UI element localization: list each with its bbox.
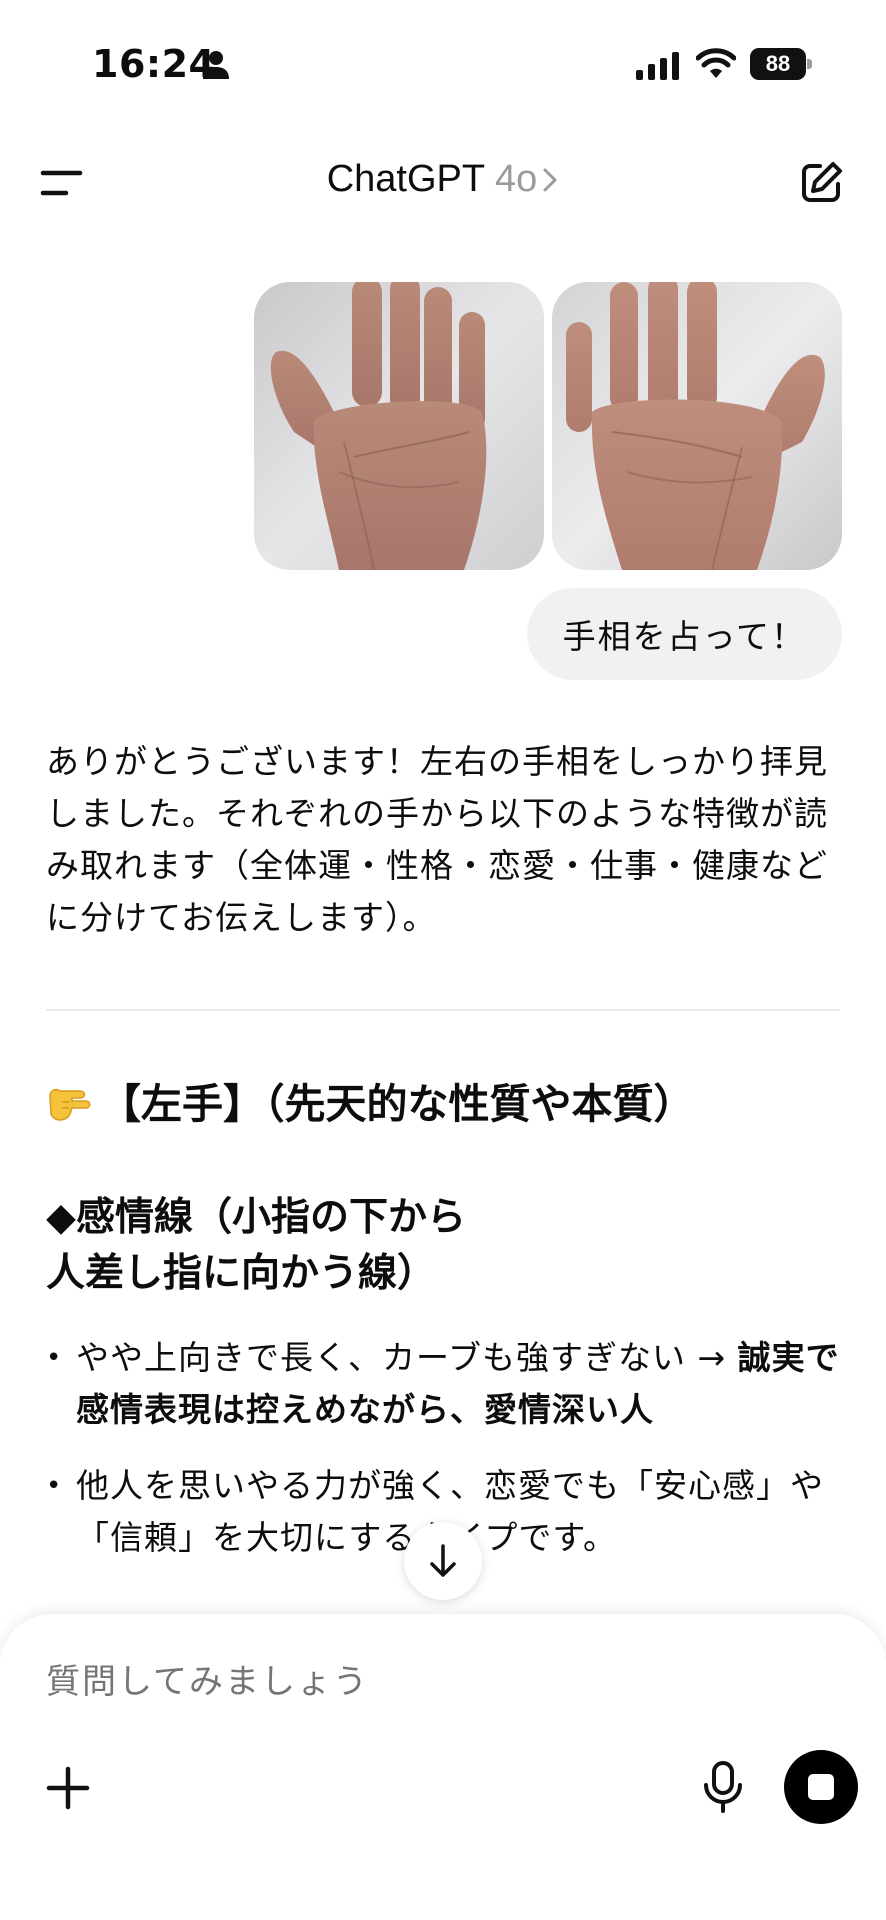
status-bar: 16:24 88: [0, 0, 886, 120]
divider: [46, 1009, 840, 1011]
assistant-intro-text: ありがとうございます！左右の手相をしっかり拝見しました。それぞれの手から以下のよ…: [46, 742, 828, 937]
user-message-bubble: 手相を占って！: [526, 588, 842, 680]
model-selector[interactable]: ChatGPT 4o: [0, 158, 886, 201]
microphone-icon[interactable]: [700, 1760, 746, 1814]
stop-generating-button[interactable]: [784, 1750, 858, 1824]
message-composer: [0, 1614, 886, 1920]
cellular-signal-icon: [636, 52, 679, 80]
sub-heading-line2: 人差し指に向かう線）: [46, 1251, 437, 1296]
scroll-to-bottom-button[interactable]: [404, 1522, 482, 1600]
battery-level: 88: [765, 51, 791, 76]
app-title: ChatGPT: [326, 158, 485, 200]
sub-heading-line1: ◆感情線（小指の下から: [46, 1195, 466, 1240]
person-icon: [203, 51, 229, 79]
battery-indicator: 88: [750, 48, 812, 80]
section-heading-text: 【左手】（先天的な性質や本質）: [100, 1080, 695, 1128]
attached-image-left-hand[interactable]: [254, 282, 544, 570]
status-time: 16:24: [92, 42, 216, 86]
stop-icon: [808, 1774, 834, 1800]
sub-heading: ◆感情線（小指の下から 人差し指に向かう線）: [46, 1190, 746, 1302]
plus-icon[interactable]: [46, 1766, 90, 1810]
section-heading: 【左手】（先天的な性質や本質）: [46, 1074, 695, 1134]
pointing-hand-icon: [49, 1088, 91, 1121]
new-chat-icon[interactable]: [798, 158, 846, 206]
list-item: やや上向きで長く、カーブも強すぎない → 誠実で感情表現は控えめながら、愛情深い…: [46, 1332, 846, 1436]
message-input[interactable]: [46, 1662, 746, 1702]
model-name: 4o: [494, 158, 538, 200]
wifi-icon: [696, 48, 736, 78]
arrow-down-icon: [430, 1544, 456, 1577]
attached-image-right-hand[interactable]: [552, 282, 842, 570]
bullet-text: やや上向きで長く、カーブも強すぎない →: [76, 1338, 738, 1377]
user-message-text: 手相を占って！: [562, 617, 806, 656]
chevron-right-icon: [543, 168, 557, 192]
